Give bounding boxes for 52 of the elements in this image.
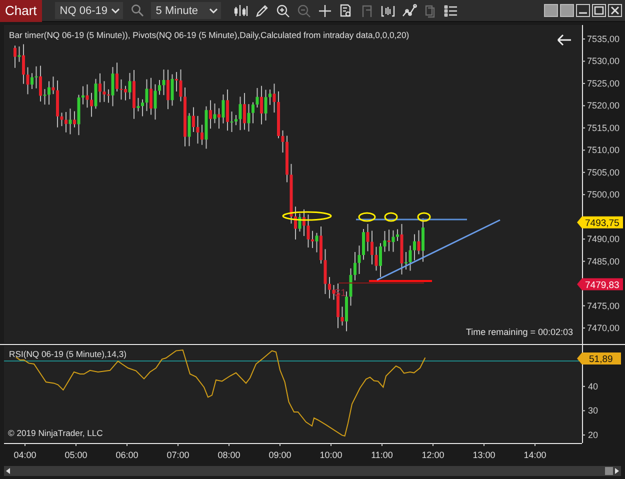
time-tick-label: 12:00 [422,450,444,460]
back-arrow-icon[interactable] [557,34,572,46]
close-icon[interactable] [608,4,622,17]
maximize-icon[interactable] [592,4,606,17]
time-tick-label: 08:00 [218,450,240,460]
instrument-dropdown[interactable]: NQ 06-19 [54,2,123,19]
scroll-left-icon[interactable] [6,468,10,474]
price-tick-label: 7535,00 [587,34,620,44]
price-tick-label: 7520,00 [587,100,620,111]
scrollbar[interactable] [4,466,621,476]
highlight-ellipse [358,212,376,222]
highlight-ellipse [282,211,332,221]
price-tick-label: 7475,00 [587,300,620,311]
time-remaining: Time remaining = 00:02:03 [466,327,573,337]
time-tick-label: 05:00 [64,450,88,460]
time-tick-label: 09:00 [268,450,292,460]
price-tick-label: 7485,00 [587,256,620,266]
price-tick-label: 7515,00 [587,122,620,133]
time-tick-label: 10:00 [320,450,342,460]
rsi-label: RSI(NQ 06-19 (5 Minute),14,3) [9,349,126,359]
scroll-thumb[interactable] [605,467,613,475]
price-tick-label: 7470,00 [587,323,620,333]
copyright-text: © 2019 NinjaTrader, LLC [8,428,103,438]
chart-button[interactable]: Chart [0,0,42,22]
price-tick-label: 7525,00 [587,78,620,88]
price-tick-label: 7530,00 [587,56,620,66]
price-tick-label: 7505,00 [587,167,620,178]
time-tick-label: 11:00 [371,450,393,460]
rsi-marker: 51,89 [577,352,621,365]
chevron-icon [110,8,120,14]
support-line [369,280,432,282]
timeframe-dropdown[interactable]: 5 Minute [150,2,221,19]
time-tick-label: 06:00 [116,450,138,460]
window-tile-icon[interactable] [560,4,574,17]
search-icon[interactable] [130,4,144,17]
price-tick-label: 7490,00 [587,234,620,244]
time-tick-label: 04:00 [14,450,36,460]
time-tick-label: 14:00 [524,450,546,460]
time-tick-label: 13:00 [472,450,496,460]
time-tick-label: 07:00 [166,450,190,460]
highlight-ellipse [417,212,431,222]
price-tick-label: 7500,00 [587,190,620,200]
rsi-tick-label: 40 [588,381,598,392]
price-tick-label: 7510,00 [587,145,620,156]
indicator-label: Bar timer(NQ 06-19 (5 Minute)), Pivots(NQ 06-19 (5 Minute),Daily,Calculated from intraday data,0,0,0,20) [9,30,410,40]
chevron-icon [208,8,218,14]
window-tile-icon[interactable] [544,4,558,17]
scroll-right-icon[interactable] [615,468,619,474]
minimize-icon[interactable] [576,4,590,17]
rsi-tick-label: 20 [588,430,598,440]
rsi-tick-label: 30 [588,406,598,416]
highlight-ellipse [384,212,398,222]
